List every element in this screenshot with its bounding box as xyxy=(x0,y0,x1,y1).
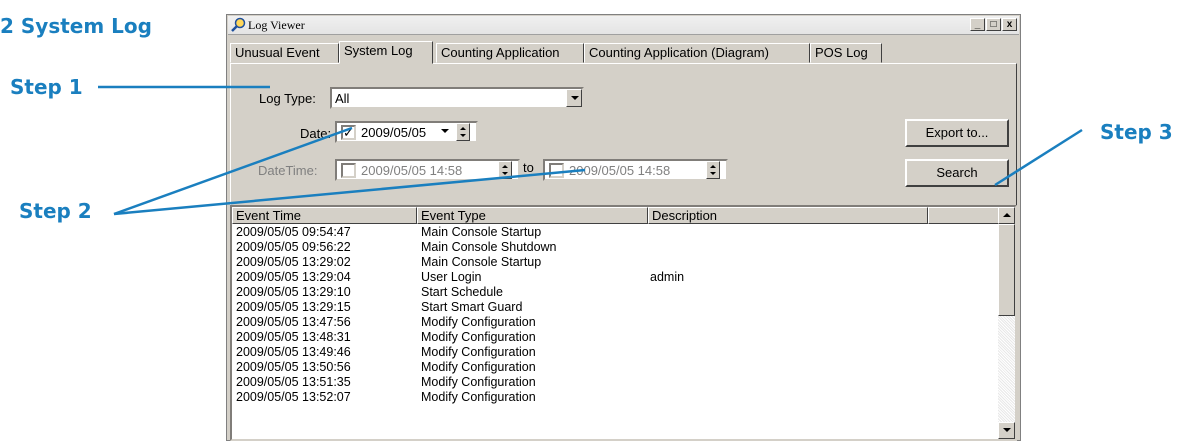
row-event-time: 2009/05/05 13:29:04 xyxy=(236,270,351,284)
log-type-select[interactable]: All xyxy=(330,87,584,109)
log-type-label: Log Type: xyxy=(259,91,316,106)
datetime-label: DateTime: xyxy=(258,163,318,178)
column-event-type[interactable]: Event Type xyxy=(417,207,648,224)
scroll-thumb[interactable] xyxy=(998,224,1015,316)
date-value: 2009/05/05 xyxy=(361,125,427,140)
row-event-type: Modify Configuration xyxy=(421,390,536,404)
tab-unusual-event[interactable]: Unusual Event xyxy=(230,43,339,63)
page-title: 2 System Log xyxy=(0,14,152,38)
column-description[interactable]: Description xyxy=(648,207,928,224)
magnifier-icon xyxy=(231,17,246,32)
row-event-time: 2009/05/05 13:49:46 xyxy=(236,345,351,359)
row-event-time: 2009/05/05 13:50:56 xyxy=(236,360,351,374)
title-bar[interactable]: Log Viewer _ □ x xyxy=(228,16,1019,35)
export-button[interactable]: Export to... xyxy=(905,119,1009,147)
row-event-type: Modify Configuration xyxy=(421,345,536,359)
row-event-time: 2009/05/05 13:29:02 xyxy=(236,255,351,269)
datetime-from-checkbox[interactable] xyxy=(341,163,356,178)
step-1-label: Step 1 xyxy=(10,75,83,99)
row-event-type: User Login xyxy=(421,270,482,284)
scroll-down-icon[interactable] xyxy=(998,422,1015,439)
log-type-value: All xyxy=(335,91,350,106)
row-event-time: 2009/05/05 09:54:47 xyxy=(236,225,351,239)
event-list[interactable]: Event Time Event Type Description 2009/0… xyxy=(230,205,1017,441)
row-event-time: 2009/05/05 09:56:22 xyxy=(236,240,351,254)
tab-counting-application-diagram[interactable]: Counting Application (Diagram) xyxy=(584,43,810,63)
column-spacer xyxy=(928,207,1002,224)
vertical-scrollbar[interactable] xyxy=(998,207,1015,439)
maximize-button[interactable]: □ xyxy=(986,18,1001,31)
row-description: admin xyxy=(650,270,685,284)
datetime-to-value: 2009/05/05 14:58 xyxy=(569,163,671,178)
row-event-type: Main Console Startup xyxy=(421,225,542,239)
row-event-type: Main Console Shutdown xyxy=(421,240,557,254)
tab-pos-log[interactable]: POS Log xyxy=(810,43,882,63)
window-title: Log Viewer xyxy=(248,18,305,32)
row-event-type: Modify Configuration xyxy=(421,315,536,329)
datetime-to-checkbox[interactable] xyxy=(549,163,564,178)
column-event-time[interactable]: Event Time xyxy=(232,207,417,224)
row-event-time: 2009/05/05 13:29:15 xyxy=(236,300,351,314)
datetime-to-spin[interactable] xyxy=(706,161,720,179)
row-event-type: Modify Configuration xyxy=(421,375,536,389)
tab-system-log[interactable]: System Log xyxy=(339,41,433,64)
date-label: Date: xyxy=(300,126,332,141)
row-event-type: Modify Configuration xyxy=(421,330,536,344)
datetime-to-label: to xyxy=(523,160,534,175)
datetime-from-value: 2009/05/05 14:58 xyxy=(361,163,463,178)
close-button[interactable]: x xyxy=(1002,18,1017,31)
date-dropdown-icon[interactable] xyxy=(441,129,449,133)
date-spin-control[interactable] xyxy=(456,123,470,141)
tab-counting-application[interactable]: Counting Application xyxy=(436,43,584,63)
row-event-type: Start Smart Guard xyxy=(421,300,523,314)
row-event-time: 2009/05/05 13:52:07 xyxy=(236,390,351,404)
chevron-down-icon[interactable] xyxy=(566,89,582,107)
row-event-time: 2009/05/05 13:51:35 xyxy=(236,375,351,389)
datetime-from-spin[interactable] xyxy=(498,161,512,179)
scroll-up-icon[interactable] xyxy=(998,207,1015,224)
search-button[interactable]: Search xyxy=(905,159,1009,187)
date-checkbox[interactable]: ✓ xyxy=(341,125,356,140)
step-3-label: Step 3 xyxy=(1100,120,1173,144)
step-2-label: Step 2 xyxy=(19,199,92,223)
datetime-from-picker[interactable]: 2009/05/05 14:58 xyxy=(335,159,520,181)
row-event-type: Start Schedule xyxy=(421,285,503,299)
minimize-button[interactable]: _ xyxy=(970,18,985,31)
row-event-time: 2009/05/05 13:47:56 xyxy=(236,315,351,329)
list-header: Event Time Event Type Description xyxy=(232,207,1002,224)
datetime-to-picker[interactable]: 2009/05/05 14:58 xyxy=(543,159,728,181)
row-event-time: 2009/05/05 13:29:10 xyxy=(236,285,351,299)
row-event-time: 2009/05/05 13:48:31 xyxy=(236,330,351,344)
date-picker[interactable]: ✓ 2009/05/05 xyxy=(335,121,478,143)
row-event-type: Main Console Startup xyxy=(421,255,542,269)
row-event-type: Modify Configuration xyxy=(421,360,536,374)
